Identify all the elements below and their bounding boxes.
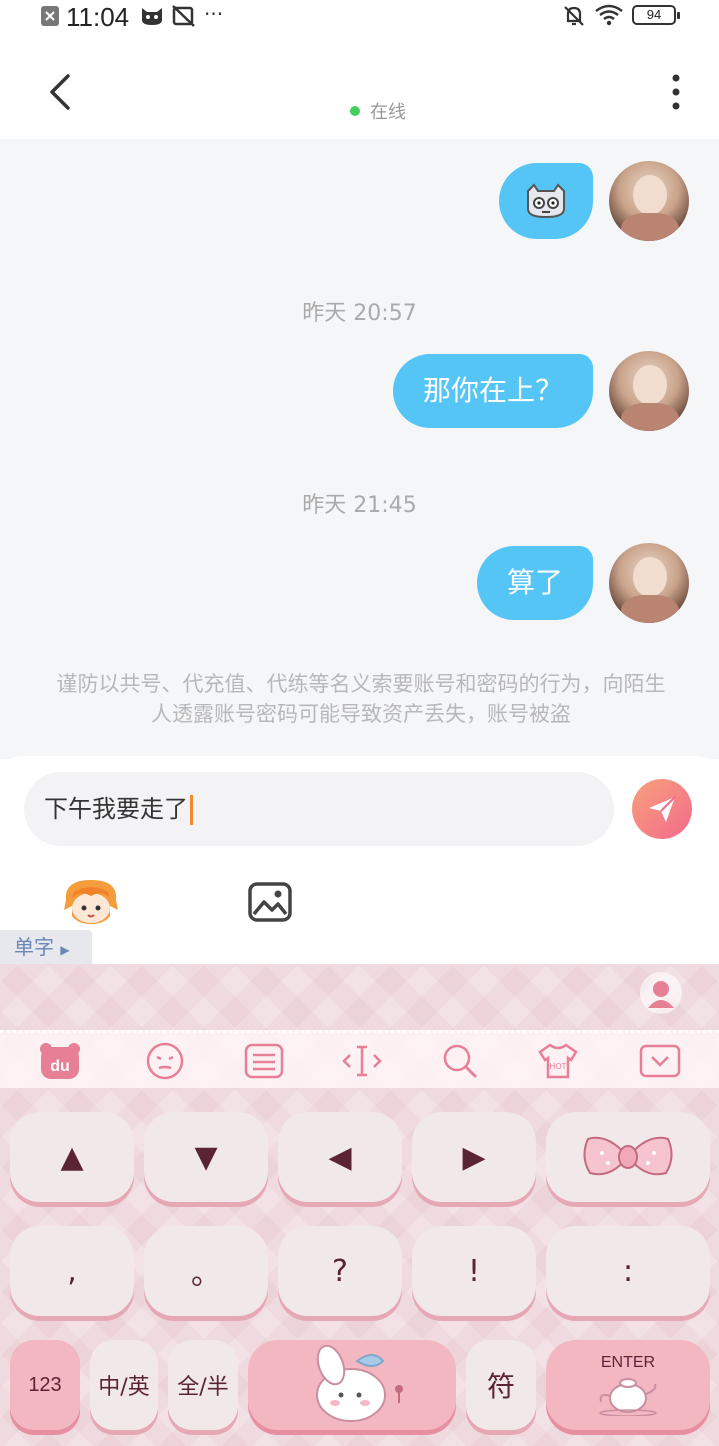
message-input[interactable]: 下午我要走了 xyxy=(24,772,614,846)
no-photo-icon xyxy=(172,5,195,27)
svg-text:HOT: HOT xyxy=(550,1062,567,1071)
message-bubble[interactable]: 那你在上？ xyxy=(392,354,593,428)
image-icon[interactable] xyxy=(246,880,294,924)
key-numbers[interactable]: 123 xyxy=(10,1340,80,1430)
key-up[interactable]: ▲ xyxy=(10,1112,134,1202)
message-bubble[interactable]: 算了 xyxy=(476,546,593,620)
single-char-label: 单字 xyxy=(14,935,54,959)
send-button[interactable] xyxy=(632,779,692,839)
single-char-toggle[interactable]: 单字 ▶ xyxy=(0,930,92,964)
online-dot xyxy=(350,106,360,116)
message-row: 那你在上？ xyxy=(392,351,689,431)
keyboard-icon[interactable] xyxy=(242,1041,286,1081)
message-row-sticker xyxy=(499,161,689,241)
chat-header: 在线 xyxy=(0,34,719,139)
more-vertical-icon[interactable] xyxy=(660,70,692,114)
security-notice: 谨防以共号、代充值、代练等名义索要账号和密码的行为，向陌生人透露账号密码可能导致… xyxy=(56,672,666,726)
sticker-bubble[interactable] xyxy=(499,163,593,239)
bell-off-icon xyxy=(564,6,584,26)
cat-sticker-icon xyxy=(527,183,565,219)
cat-icon xyxy=(142,8,162,25)
status-bar: 11:04 ··· 94 xyxy=(0,0,719,34)
chat-area[interactable]: 昨天 20:57 那你在上？ 昨天 21:45 算了 谨防以共号、代充值、代练等… xyxy=(0,139,719,759)
battery-icon: 94 xyxy=(632,5,680,25)
key-width-switch[interactable]: 全/半 xyxy=(168,1340,238,1430)
avatar[interactable] xyxy=(609,351,689,431)
teapot-icon xyxy=(599,1378,657,1416)
message-timestamp: 昨天 21:45 xyxy=(302,493,417,518)
du-logo-icon[interactable]: du xyxy=(38,1041,82,1081)
key-left[interactable]: ◀ xyxy=(278,1112,402,1202)
shirt-hot-icon[interactable]: HOT xyxy=(536,1041,580,1081)
message-row: 算了 xyxy=(476,543,689,623)
key-right[interactable]: ▶ xyxy=(412,1112,536,1202)
status-time: 11:04 xyxy=(66,2,130,32)
key-space[interactable] xyxy=(248,1340,456,1430)
back-icon[interactable] xyxy=(40,70,84,114)
message-timestamp: 昨天 20:57 xyxy=(302,301,417,326)
key-question[interactable]: ? xyxy=(278,1226,402,1316)
avatar[interactable] xyxy=(609,161,689,241)
composer-panel: 下午我要走了 xyxy=(0,756,719,936)
keyboard-toolbar: du HOT xyxy=(0,1030,719,1088)
send-icon xyxy=(649,796,676,822)
key-symbols[interactable]: 符 xyxy=(466,1340,536,1430)
key-comma[interactable]: , xyxy=(10,1226,134,1316)
more-status-text: ··· xyxy=(204,2,224,26)
message-input-value: 下午我要走了 xyxy=(44,795,188,823)
key-down[interactable]: ▼ xyxy=(144,1112,268,1202)
key-colon[interactable]: : xyxy=(546,1226,710,1316)
key-exclamation[interactable]: ! xyxy=(412,1226,536,1316)
wifi-icon xyxy=(595,4,623,26)
emoticon-icon[interactable] xyxy=(143,1041,187,1081)
collapse-icon[interactable] xyxy=(638,1041,682,1081)
online-status-label: 在线 xyxy=(370,102,406,123)
search-icon[interactable] xyxy=(438,1041,482,1081)
play-arrow-icon: ▶ xyxy=(60,943,70,957)
cursor-move-icon[interactable] xyxy=(340,1041,384,1081)
notification-x-icon xyxy=(41,6,59,26)
avatar[interactable] xyxy=(609,543,689,623)
key-period[interactable]: 。 xyxy=(144,1226,268,1316)
key-language-switch[interactable]: 中/英 xyxy=(90,1340,158,1430)
keyboard: du HOT ▲ ▼ ◀ ▶ , 。 ? !: 123 中/英 全/半 符 E… xyxy=(0,964,719,1446)
bow-icon xyxy=(583,1136,673,1176)
bunny-character-icon xyxy=(316,1345,403,1422)
key-enter[interactable]: ENTER xyxy=(546,1340,710,1430)
text-cursor xyxy=(190,795,193,825)
online-status: 在线 xyxy=(350,98,406,124)
key-bow-delete[interactable] xyxy=(546,1112,710,1202)
emoji-icon[interactable] xyxy=(60,876,122,926)
user-icon xyxy=(648,981,674,1008)
keyboard-user-button[interactable] xyxy=(640,972,682,1014)
svg-text:du: du xyxy=(50,1058,70,1075)
